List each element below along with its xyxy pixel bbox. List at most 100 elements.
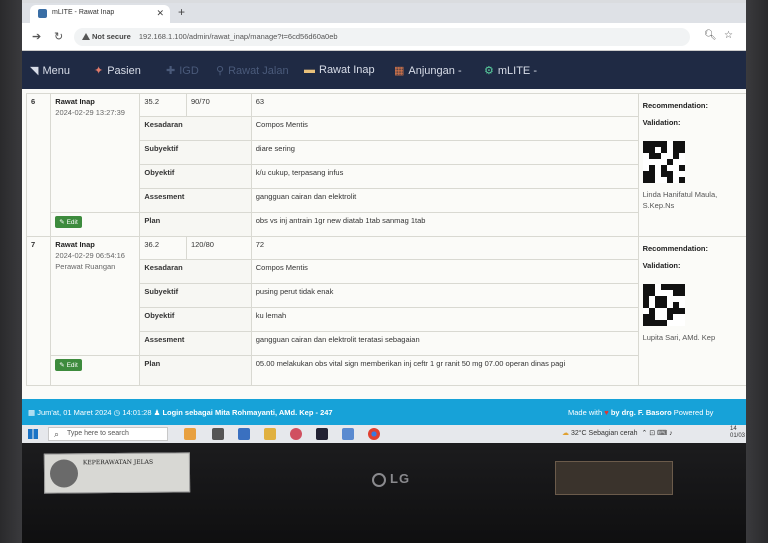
field-label: Subyektif <box>139 283 252 308</box>
reload-icon[interactable]: ↻ <box>54 30 63 43</box>
signer-name: Linda Hanifatul Maula, S.Kep.Ns <box>642 190 718 210</box>
qr-module <box>678 147 685 153</box>
system-tray: ☁ 32°C Sebagian cerah ⌃ ⊡ ⌨ ♪ <box>562 429 673 437</box>
weather-icon: ☁ <box>562 430 569 437</box>
footer-session-info: ▦ Jum'at, 01 Maret 2024 ◷ 14:01:28 ♟ Log… <box>28 408 333 417</box>
qr-module <box>666 159 673 165</box>
field-value: k/u cukup, terpasang infus <box>250 164 639 189</box>
weather-text[interactable]: 32°C Sebagian cerah <box>571 430 638 437</box>
edit-cell: ✎ Edit <box>50 212 141 237</box>
vital-pulse: 63 <box>250 93 639 117</box>
qr-module <box>678 165 685 171</box>
field-value: diare sering <box>250 140 639 165</box>
signer-name: Lupita Sari, AMd. Kep <box>642 333 716 342</box>
url-input[interactable]: Not secure 192.168.1.100/admin/rawat_ina… <box>74 28 690 46</box>
app-icon[interactable] <box>290 428 302 440</box>
tab-title: mLITE - Rawat Inap <box>52 9 115 16</box>
store-icon[interactable] <box>342 428 354 440</box>
qr-module <box>678 177 685 183</box>
lg-logo-icon <box>372 472 386 487</box>
nav-pasien[interactable]: ✦ Pasien <box>94 64 141 77</box>
widget-icon[interactable] <box>184 428 196 440</box>
table-row: 6 Rawat Inap 2024-02-29 13:27:39 35.2 90… <box>25 93 746 237</box>
field-value: gangguan cairan dan elektrolit teratasi … <box>250 331 639 356</box>
qr-module <box>672 153 679 159</box>
windows-start-icon[interactable] <box>28 429 38 439</box>
vital-temp: 35.2 <box>139 93 187 117</box>
tray-icons[interactable]: ⌃ ⊡ ⌨ ♪ <box>640 430 672 437</box>
bed-icon: ▬ <box>304 64 315 76</box>
url-text: 192.168.1.100/admin/rawat_inap/manage?t=… <box>138 32 338 41</box>
edit-button[interactable]: ✎ Edit <box>55 359 82 371</box>
nav-anjungan[interactable]: ▦ Anjungan - <box>394 64 462 77</box>
qr-module <box>666 314 673 320</box>
monitor-right-bezel <box>746 0 768 543</box>
qr-module <box>678 308 685 314</box>
nav-igd[interactable]: ✚ IGD <box>166 64 199 77</box>
content-area: 6 Rawat Inap 2024-02-29 13:27:39 35.2 90… <box>22 89 746 399</box>
walk-icon: ⚲ <box>216 65 225 77</box>
row-number: 6 <box>25 93 52 237</box>
terminal-icon[interactable] <box>316 428 328 440</box>
chrome-icon[interactable] <box>368 428 380 440</box>
edge-icon[interactable] <box>238 428 250 440</box>
back-icon[interactable]: ➔ <box>32 30 41 43</box>
task-view-icon[interactable] <box>212 428 224 440</box>
nav-rawat-inap[interactable]: ▬ Rawat Inap <box>304 64 375 76</box>
validation-panel: Recommendation: Validation: Lupita Sari,… <box>637 236 746 386</box>
asset-sticker <box>555 461 673 495</box>
users-icon: ✦ <box>94 65 104 77</box>
field-value: 05.00 melakukan obs vital sign memberika… <box>250 355 639 386</box>
footer-author[interactable]: by drg. F. Basoro <box>611 408 672 417</box>
windows-taskbar: ⌕ Type here to search ☁ 32°C Sebagian ce… <box>22 425 746 443</box>
nav-mlite[interactable]: ⚙ mLITE - <box>484 64 537 77</box>
field-label: Kesadaran <box>139 116 252 141</box>
nav-menu[interactable]: ◥ Menu <box>30 64 70 77</box>
edit-button[interactable]: ✎ Edit <box>55 216 82 228</box>
monitor-bottom-bezel: KEPERAWATAN JELAS LG <box>22 443 746 543</box>
recommendation-label: Recommendation: <box>642 244 709 253</box>
status-footer: ▦ Jum'at, 01 Maret 2024 ◷ 14:01:28 ♟ Log… <box>22 399 746 425</box>
table-row: ✎ Edit Plan 05.00 melakukan obs vital si… <box>27 355 747 386</box>
file-explorer-icon[interactable] <box>264 428 276 440</box>
lg-logo: LG <box>372 471 410 487</box>
field-value: Compos Mentis <box>250 116 639 141</box>
close-tab-icon[interactable]: ✕ <box>156 8 164 19</box>
qr-module <box>660 147 667 153</box>
qr-module <box>660 320 667 326</box>
field-value: obs vs inj antrain 1gr new diatab 1tab s… <box>250 212 639 237</box>
soap-table: 6 Rawat Inap 2024-02-29 13:27:39 35.2 90… <box>25 93 747 386</box>
search-icon: ⌕ <box>54 429 60 439</box>
not-secure-badge[interactable]: Not secure <box>82 32 131 41</box>
browser-tab[interactable]: mLITE - Rawat Inap ✕ <box>30 5 170 23</box>
recommendation-label: Recommendation: <box>642 101 709 110</box>
field-label: Kesadaran <box>139 259 252 284</box>
record-staff-role: Perawat Ruangan <box>55 262 116 271</box>
field-label: Plan <box>139 212 252 237</box>
footer-date: Jum'at, 01 Maret 2024 <box>37 408 112 417</box>
field-label: Obyektif <box>139 164 252 189</box>
table-row: ✎ Edit Plan obs vs inj antrain 1gr new d… <box>27 212 747 237</box>
seal-icon <box>49 459 79 488</box>
heart-icon: ♥ <box>604 408 609 417</box>
search-icon[interactable]: 🔍︎ <box>704 30 717 41</box>
footer-credits: Made with ♥ by drg. F. Basoro Powered by <box>568 408 714 417</box>
record-info: Rawat Inap 2024-02-29 13:27:39 <box>50 93 141 213</box>
screen: mLITE - Rawat Inap ✕ + ➔ ↻ Not secure 19… <box>22 3 746 443</box>
taskbar-search-input[interactable]: ⌕ Type here to search <box>48 427 168 441</box>
new-tab-icon[interactable]: + <box>178 5 185 19</box>
footer-login: Login sebagai Mita Rohmayanti, AMd. Kep … <box>162 408 333 417</box>
validation-label: Validation: <box>642 118 681 127</box>
vital-pulse: 72 <box>250 236 639 260</box>
vital-bp: 90/70 <box>185 93 252 117</box>
qr-module <box>648 177 655 183</box>
record-info: Rawat Inap 2024-02-29 06:54:16 Perawat R… <box>50 236 141 356</box>
warning-icon <box>82 33 90 40</box>
gear-icon: ⚙ <box>484 65 494 77</box>
taskbar-clock[interactable]: 14 01/03 <box>730 426 745 440</box>
bookmark-star-icon[interactable]: ☆ <box>724 30 733 41</box>
record-datetime: 2024-02-29 06:54:16 <box>55 251 125 260</box>
nav-rawat-jalan[interactable]: ⚲ Rawat Jalan <box>216 64 289 77</box>
inventory-sticker: KEPERAWATAN JELAS <box>43 452 191 494</box>
field-label: Obyektif <box>139 307 252 332</box>
